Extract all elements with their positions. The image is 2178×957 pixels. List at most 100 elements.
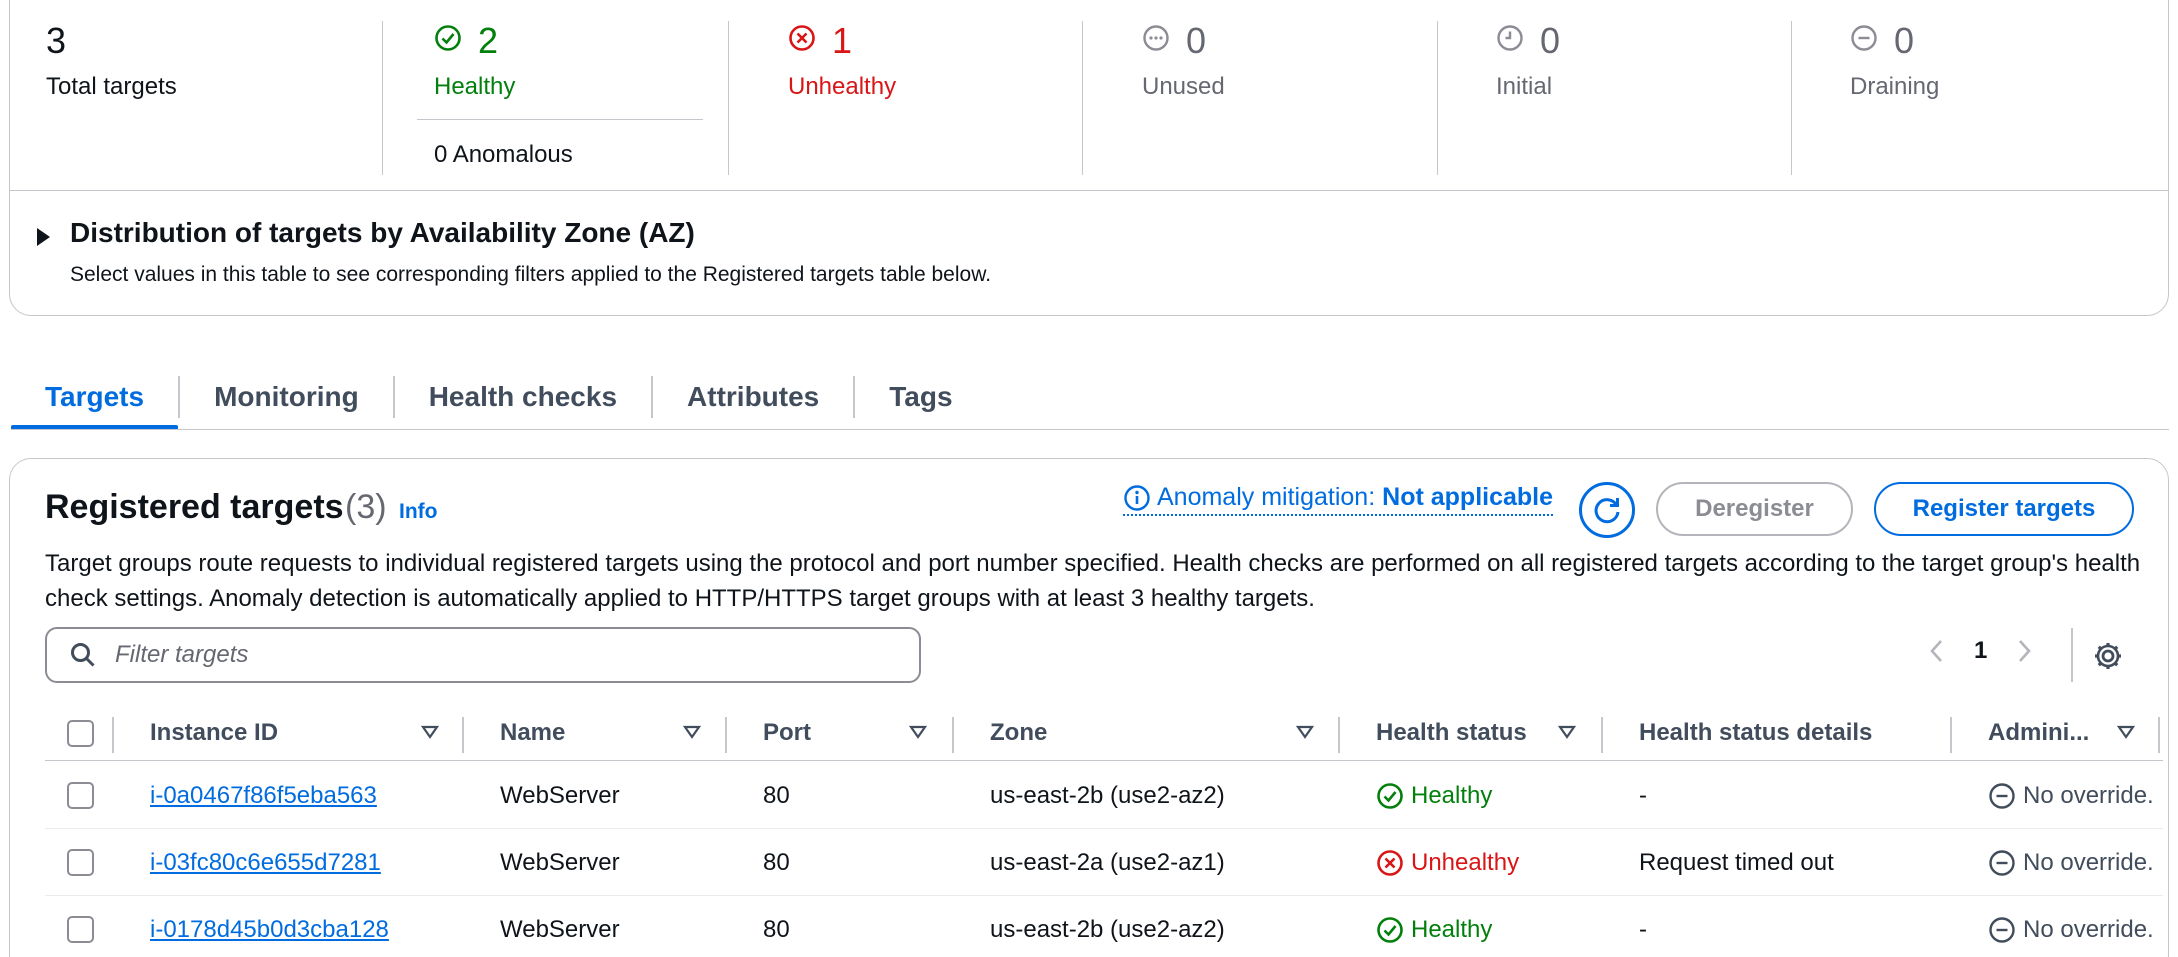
anomaly-mitigation-label: Anomaly mitigation: (1157, 483, 1376, 511)
name-cell: WebServer (500, 848, 620, 876)
registered-targets-title: Registered targets (45, 488, 344, 526)
column-divider (2158, 717, 2160, 753)
column-label: Health status (1376, 719, 1527, 746)
row-checkbox[interactable] (67, 782, 94, 809)
instance-id-cell[interactable]: i-0178d45b0d3cba128 (150, 896, 389, 957)
deregister-button[interactable]: Deregister (1656, 482, 1853, 536)
filter-targets-placeholder: Filter targets (115, 641, 249, 668)
health-status-cell: Healthy (1376, 762, 1492, 829)
column-divider (112, 717, 114, 753)
column-header-name[interactable]: Name (500, 705, 565, 761)
column-divider (1950, 717, 1952, 753)
az-distribution-description: Select values in this table to see corre… (70, 263, 992, 286)
sort-caret-icon[interactable] (1557, 722, 1577, 742)
port-cell: 80 (763, 915, 790, 943)
sort-caret-icon[interactable] (1295, 722, 1315, 742)
tab-tags[interactable]: Tags (855, 366, 986, 428)
row-checkbox[interactable] (67, 849, 94, 876)
instance-id-cell[interactable]: i-0a0467f86f5eba563 (150, 762, 377, 829)
chevron-left-icon[interactable] (1928, 637, 1946, 665)
table-preferences-button[interactable] (2092, 640, 2124, 677)
sort-caret-icon[interactable] (420, 722, 440, 742)
pagination: 1 (1928, 637, 2033, 665)
tabs-underline (11, 429, 2169, 430)
instance-id-cell[interactable]: i-03fc80c6e655d7281 (150, 829, 381, 896)
health-details-cell: Request timed out (1639, 848, 1834, 876)
tab-bar: Targets Monitoring Health checks Attribu… (11, 366, 987, 430)
instance-id-link[interactable]: i-0178d45b0d3cba128 (150, 916, 389, 944)
az-distribution-toggle[interactable]: Distribution of targets by Availability … (70, 217, 695, 249)
registered-targets-description: Target groups route requests to individu… (45, 550, 2141, 612)
health-status-text: Unhealthy (1411, 848, 1520, 876)
healthy-label[interactable]: Healthy (434, 73, 515, 101)
refresh-button[interactable] (1579, 482, 1635, 538)
column-header-administrative-override[interactable]: Admini... (1988, 705, 2089, 761)
search-icon (71, 643, 95, 667)
healthy-check-icon (435, 25, 461, 51)
column-header-zone[interactable]: Zone (990, 705, 1047, 761)
register-targets-button[interactable]: Register targets (1874, 482, 2134, 536)
healthy-count: 2 (478, 20, 499, 61)
row-checkbox[interactable] (67, 916, 94, 943)
info-circle-icon (1124, 484, 1150, 511)
column-divider (1338, 717, 1340, 753)
zone-cell: us-east-2a (use2-az1) (990, 848, 1225, 876)
table-row[interactable]: i-0a0467f86f5eba563 WebServer 80 us-east… (45, 762, 2163, 829)
stat-divider (728, 21, 729, 175)
registered-targets-count: (3) (345, 488, 387, 526)
port-cell: 80 (763, 781, 790, 809)
anomalous-divider (417, 119, 703, 120)
healthy-check-icon (1377, 916, 1403, 943)
no-override-icon (1989, 916, 2015, 943)
health-status-cell: Unhealthy (1376, 829, 1519, 896)
instance-id-link[interactable]: i-03fc80c6e655d7281 (150, 849, 381, 877)
name-cell: WebServer (500, 915, 620, 943)
summary-divider (10, 190, 2168, 191)
instance-id-link[interactable]: i-0a0467f86f5eba563 (150, 782, 377, 810)
column-label: Port (763, 719, 811, 746)
column-divider (952, 717, 954, 753)
tab-monitoring[interactable]: Monitoring (180, 366, 393, 428)
expand-caret-icon[interactable] (37, 228, 50, 246)
tab-health-checks[interactable]: Health checks (395, 366, 651, 428)
gear-icon (2095, 643, 2121, 669)
sort-caret-icon[interactable] (682, 722, 702, 742)
port-cell: 80 (763, 848, 790, 876)
sort-caret-icon[interactable] (2116, 722, 2136, 742)
column-header-port[interactable]: Port (763, 705, 811, 761)
anomaly-mitigation-link[interactable]: Anomaly mitigation: Not applicable (1123, 483, 1554, 516)
draining-count: 0 (1894, 20, 1915, 61)
tab-targets[interactable]: Targets (11, 366, 179, 430)
zone-cell: us-east-2b (use2-az2) (990, 915, 1225, 943)
filter-targets-input[interactable]: Filter targets (45, 627, 921, 683)
zone-cell: us-east-2b (use2-az2) (990, 781, 1225, 809)
admin-override-text: No override. (2023, 781, 2154, 809)
sort-caret-icon[interactable] (908, 722, 928, 742)
health-status-cell: Healthy (1376, 896, 1492, 957)
page-number[interactable]: 1 (1974, 637, 1987, 665)
table-row[interactable]: i-03fc80c6e655d7281 WebServer 80 us-east… (45, 829, 2163, 896)
admin-override-text: No override. (2023, 915, 2154, 943)
column-label: Admini... (1988, 719, 2090, 746)
unused-label: Unused (1142, 73, 1225, 100)
unhealthy-x-icon (1377, 849, 1403, 876)
column-header-health-status-details[interactable]: Health status details (1639, 705, 1872, 761)
target-summary-card: 3 Total targets 2 Healthy 0 Anomalous 1 … (9, 0, 2169, 316)
unhealthy-count: 1 (832, 20, 853, 61)
table-row[interactable]: i-0178d45b0d3cba128 WebServer 80 us-east… (45, 896, 2163, 957)
select-all-checkbox[interactable] (67, 720, 94, 747)
column-header-health-status[interactable]: Health status (1376, 705, 1527, 761)
unused-count: 0 (1186, 20, 1207, 61)
column-header-instance-id[interactable]: Instance ID (150, 705, 278, 761)
refresh-icon (1594, 498, 1620, 524)
stat-divider (1437, 21, 1438, 175)
info-link[interactable]: Info (399, 500, 437, 524)
stat-divider (1082, 21, 1083, 175)
unhealthy-x-icon (789, 25, 815, 51)
chevron-right-icon[interactable] (2015, 637, 2033, 665)
draining-minus-icon (1851, 25, 1877, 51)
unhealthy-label[interactable]: Unhealthy (788, 73, 896, 101)
tab-attributes[interactable]: Attributes (653, 366, 853, 428)
health-details-cell: - (1639, 781, 1647, 809)
initial-clock-icon (1497, 25, 1523, 51)
